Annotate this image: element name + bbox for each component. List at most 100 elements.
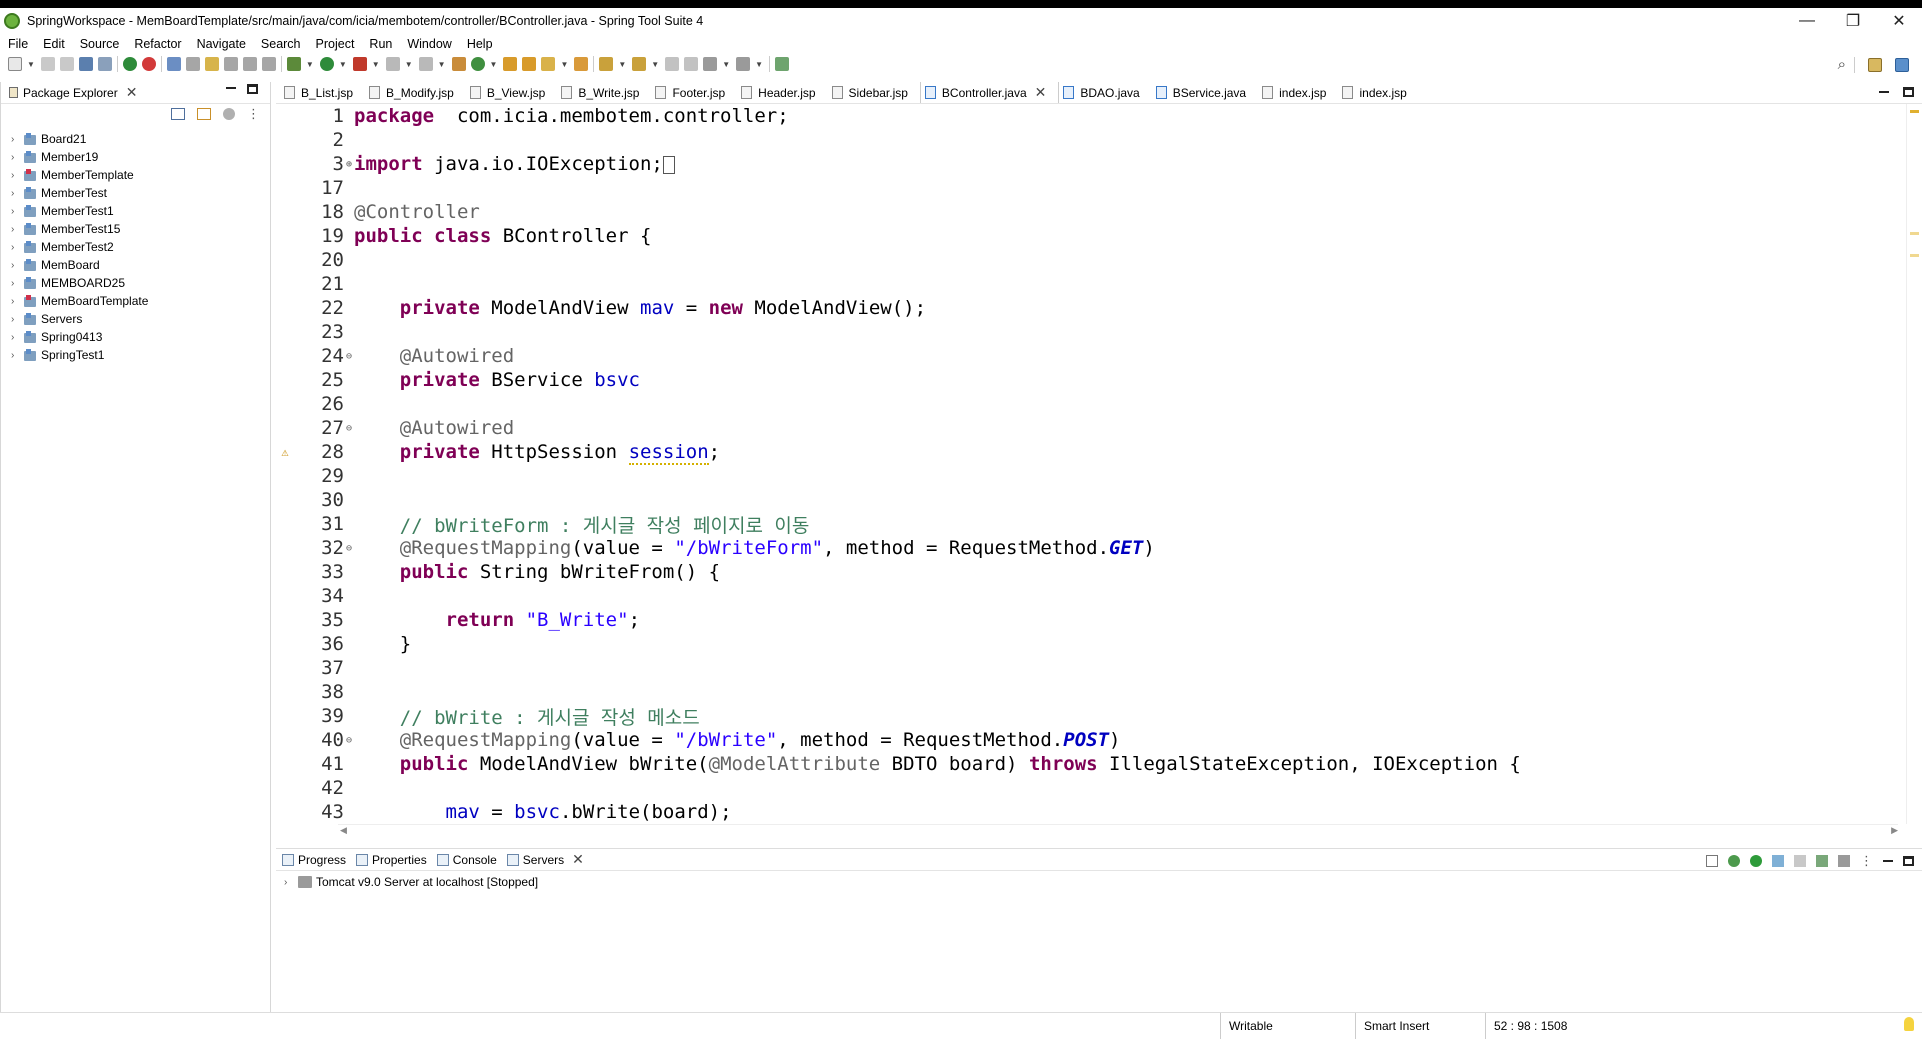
publish-icon[interactable] [1816, 855, 1828, 867]
open-task-icon[interactable] [522, 57, 537, 71]
code-line[interactable]: 34 [276, 584, 1906, 608]
expand-arrow-icon[interactable]: › [11, 152, 21, 163]
deploy-dropdown-icon[interactable]: ▼ [438, 60, 446, 69]
menu-source[interactable]: Source [80, 37, 120, 51]
code-line[interactable]: 42 [276, 776, 1906, 800]
tab-sidebar-jsp[interactable]: Sidebar.jsp [828, 82, 920, 103]
debug-server-icon[interactable] [1728, 855, 1740, 867]
code-line[interactable]: 43 mav = bsvc.bWrite(board); [276, 800, 1906, 824]
tab-properties[interactable]: Properties [356, 853, 427, 867]
tip-lightbulb-icon[interactable] [1904, 1017, 1914, 1031]
code-line[interactable]: 37 [276, 656, 1906, 680]
code-line[interactable]: 17 [276, 176, 1906, 200]
menu-window[interactable]: Window [407, 37, 451, 51]
horizontal-scrollbar[interactable]: ◀ ▶ [338, 824, 1898, 836]
fold-toggle-icon[interactable]: ⊖ [344, 543, 354, 554]
tree-item-servers[interactable]: › Servers [1, 310, 270, 328]
expand-arrow-icon[interactable]: › [11, 278, 21, 289]
minimize-editor-icon[interactable] [1879, 91, 1889, 93]
code-line[interactable]: 1 package com.icia.membotem.controller; [276, 104, 1906, 128]
code-line[interactable]: 33 public String bWriteFrom() { [276, 560, 1906, 584]
code-line[interactable]: 30 [276, 488, 1906, 512]
expand-arrow-icon[interactable]: › [11, 206, 21, 217]
fold-toggle-icon[interactable]: ⊖ [344, 735, 354, 746]
tab-footer-jsp[interactable]: Footer.jsp [651, 82, 737, 103]
occurrence-marker[interactable] [1910, 232, 1919, 235]
code-line[interactable]: 21 [276, 272, 1906, 296]
collapse-icon[interactable] [1706, 855, 1718, 867]
expand-arrow-icon[interactable]: › [11, 332, 21, 343]
code-line[interactable]: 36 } [276, 632, 1906, 656]
menu-navigate[interactable]: Navigate [197, 37, 246, 51]
maximize-button[interactable]: ❐ [1830, 11, 1876, 31]
start-server-icon[interactable] [1750, 855, 1762, 867]
code-line[interactable]: 24 ⊖ @Autowired [276, 344, 1906, 368]
tree-item-memboard[interactable]: › MemBoard [1, 256, 270, 274]
minimize-view-icon[interactable] [226, 87, 236, 89]
tree-item-membertest[interactable]: › MemberTest [1, 184, 270, 202]
code-line[interactable]: 20 [276, 248, 1906, 272]
menu-file[interactable]: File [8, 37, 28, 51]
back-icon[interactable] [703, 57, 718, 71]
expand-arrow-icon[interactable]: › [11, 242, 21, 253]
close-icon[interactable]: ✕ [1035, 84, 1047, 101]
tree-item-memboardtemplate[interactable]: › MemBoardTemplate [1, 292, 270, 310]
clean-icon[interactable] [1838, 855, 1850, 867]
code-line[interactable]: 38 [276, 680, 1906, 704]
expand-arrow-icon[interactable]: › [11, 296, 21, 307]
tree-item-memboard25[interactable]: › MEMBOARD25 [1, 274, 270, 292]
tree-item-membertest2[interactable]: › MemberTest2 [1, 238, 270, 256]
tab-b-modify-jsp[interactable]: B_Modify.jsp [365, 82, 466, 103]
expand-arrow-icon[interactable]: › [11, 260, 21, 271]
fold-toggle-icon[interactable]: ⊕ [344, 159, 354, 170]
menu-refactor[interactable]: Refactor [134, 37, 181, 51]
maximize-editor-icon[interactable] [1903, 87, 1914, 97]
menu-help[interactable]: Help [467, 37, 493, 51]
external-tools-icon[interactable] [352, 57, 367, 71]
tab-bdao-java[interactable]: BDAO.java [1059, 82, 1151, 103]
previous-annotation-dropdown-icon[interactable]: ▼ [651, 60, 659, 69]
profile-server-icon[interactable] [1772, 855, 1784, 867]
show-whitespace-icon[interactable] [223, 57, 238, 71]
code-line[interactable]: 2 [276, 128, 1906, 152]
open-perspective-icon[interactable] [1868, 57, 1882, 72]
code-line[interactable]: 27 ⊖ @Autowired [276, 416, 1906, 440]
view-menu-icon[interactable]: ⋮ [1860, 853, 1873, 869]
tab-b-write-jsp[interactable]: B_Write.jsp [557, 82, 651, 103]
expand-arrow-icon[interactable]: › [11, 224, 21, 235]
previous-annotation-icon[interactable] [632, 57, 647, 71]
expand-arrow-icon[interactable]: › [11, 314, 21, 325]
paragraph-icon[interactable] [261, 57, 276, 71]
open-folder-icon[interactable] [503, 57, 518, 71]
pin-editor-icon[interactable] [775, 57, 790, 71]
search-icon[interactable]: ⌕ [1838, 56, 1846, 73]
fold-toggle-icon[interactable]: ⊖ [344, 423, 354, 434]
new-class-dropdown-icon[interactable]: ▼ [490, 60, 498, 69]
code-line[interactable]: 22 private ModelAndView mav = new ModelA… [276, 296, 1906, 320]
forward-icon[interactable] [736, 57, 751, 71]
next-annotation-icon[interactable] [599, 57, 614, 71]
toggle-mark-icon[interactable] [185, 57, 200, 71]
fold-toggle-icon[interactable]: ⊖ [344, 351, 354, 362]
tab-servers[interactable]: Servers ✕ [506, 851, 584, 868]
stop-server-icon[interactable] [1794, 855, 1806, 867]
save-all-icon[interactable] [59, 57, 74, 71]
close-icon[interactable]: ✕ [572, 851, 584, 868]
code-line[interactable]: 29 [276, 464, 1906, 488]
java-ee-perspective-icon[interactable] [1895, 57, 1909, 72]
warning-icon[interactable]: ⚠ [276, 445, 294, 459]
code-line[interactable]: ⚠ 28 private HttpSession session; [276, 440, 1906, 465]
open-type-icon[interactable] [166, 57, 181, 71]
tree-item-membertemplate[interactable]: › MemberTemplate [1, 166, 270, 184]
tab-progress[interactable]: Progress [282, 853, 346, 867]
code-line[interactable]: 35 return "B_Write"; [276, 608, 1906, 632]
warning-marker-icon[interactable] [1910, 110, 1919, 113]
link-with-editor-icon[interactable] [197, 108, 211, 120]
code-line[interactable]: 3 ⊕ import java.io.IOException; [276, 152, 1906, 176]
code-line[interactable]: 31 // bWriteForm : 게시글 작성 페이지로 이동 [276, 512, 1906, 537]
expand-arrow-icon[interactable]: › [11, 134, 21, 145]
tree-item-membertest15[interactable]: › MemberTest15 [1, 220, 270, 238]
debug-dropdown-icon[interactable]: ▼ [306, 60, 314, 69]
new-class-icon[interactable] [470, 57, 485, 71]
last-edit-icon[interactable] [665, 57, 680, 71]
